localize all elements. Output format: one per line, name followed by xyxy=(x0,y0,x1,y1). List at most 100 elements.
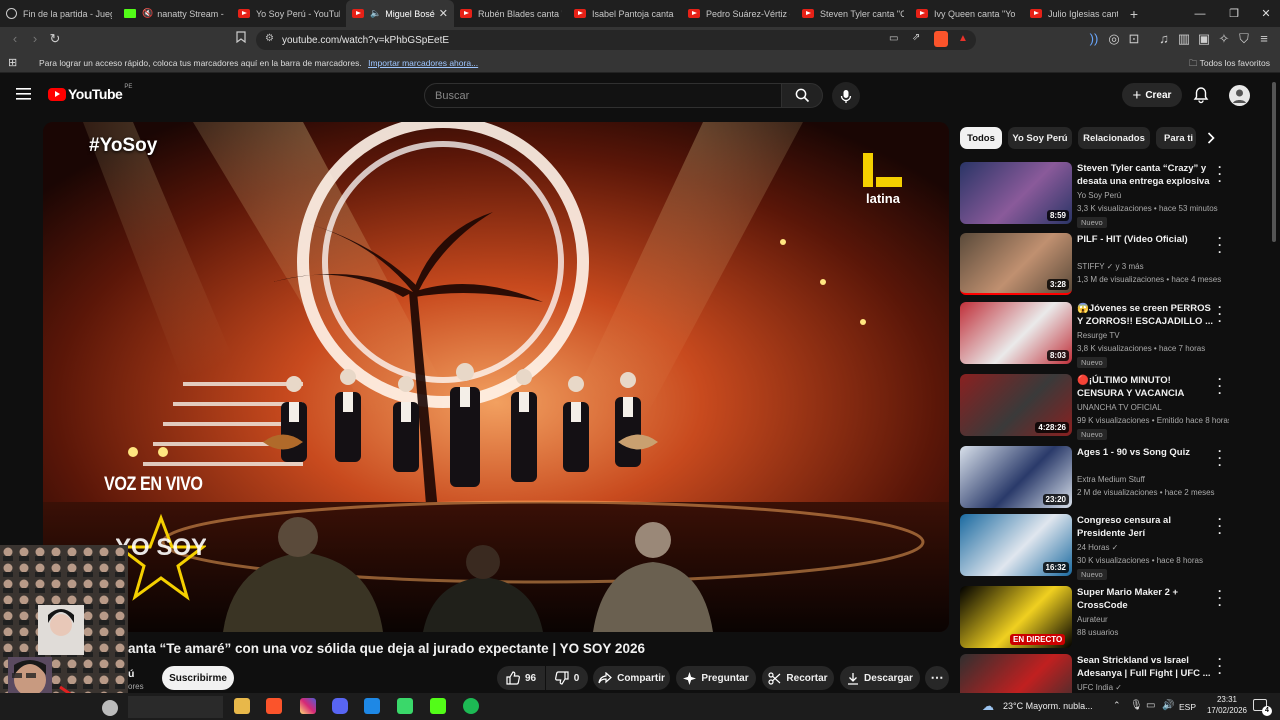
channel-name[interactable]: ú xyxy=(128,668,134,680)
browser-tab[interactable]: Julio Iglesias canta "M xyxy=(1024,0,1124,27)
browser-tab[interactable]: Isabel Pantoja canta "A xyxy=(568,0,682,27)
chips-next-button[interactable] xyxy=(1196,124,1226,152)
video-title-link[interactable]: Sean Strickland vs Israel Adesanya | Ful… xyxy=(1077,654,1217,680)
browser-tab-active[interactable]: 🔈 Miguel Bosé canta ✕ xyxy=(346,0,454,27)
page-scrollbar[interactable] xyxy=(1272,82,1276,242)
video-title-link[interactable]: Ages 1 - 90 vs Song Quiz xyxy=(1077,446,1217,459)
video-title-link[interactable]: PILF - HIT (Video Oficial) xyxy=(1077,233,1217,246)
all-bookmarks-folder[interactable]: 🗀 Todos los favoritos xyxy=(1189,58,1270,72)
youtube-logo[interactable]: YouTube PE xyxy=(48,84,132,102)
more-vertical-icon[interactable]: · · · xyxy=(1218,585,1222,611)
taskbar-user-avatar[interactable] xyxy=(102,700,118,716)
leo-ai-icon[interactable]: ✧ xyxy=(1216,31,1232,47)
more-actions-button[interactable]: ⋯ xyxy=(925,666,949,690)
mute-icon[interactable]: 🔇 xyxy=(142,8,153,19)
browser-tab[interactable]: Yo Soy Perú - YouTube xyxy=(232,0,346,27)
channel-name[interactable]: Extra Medium Stuff xyxy=(1077,475,1145,484)
recommendation-item[interactable]: EN DIRECTO Super Mario Maker 2 + CrossCod… xyxy=(960,585,1270,650)
kick-app-icon[interactable] xyxy=(430,698,446,714)
clip-button[interactable]: Recortar xyxy=(762,666,834,690)
instagram-icon[interactable] xyxy=(300,698,316,714)
wallet-icon[interactable]: ▣ xyxy=(1196,31,1212,47)
sidebar-icon[interactable]: ▥ xyxy=(1176,31,1192,47)
microphone-tray-icon[interactable]: 🎙 xyxy=(1130,700,1143,711)
channel-name[interactable]: UNANCHA TV OFICIAL xyxy=(1077,403,1162,412)
brave-rewards-icon[interactable]: ▲ xyxy=(958,33,968,44)
channel-name[interactable]: 24 Horas ✓ xyxy=(1077,543,1118,552)
taskbar-search-area[interactable] xyxy=(128,696,223,718)
clock[interactable]: 23:31 17/02/2026 xyxy=(1203,695,1251,715)
music-icon[interactable]: ♫ xyxy=(1156,31,1172,46)
video-title-link[interactable]: Steven Tyler canta “Crazy” y desata una … xyxy=(1077,162,1217,188)
share-icon[interactable]: ⇗ xyxy=(912,32,920,43)
import-bookmarks-link[interactable]: Importar marcadores ahora... xyxy=(368,58,478,68)
more-vertical-icon[interactable]: · · · xyxy=(1218,513,1222,539)
new-tab-button[interactable]: + xyxy=(1124,6,1144,22)
display-tray-icon[interactable]: ▭ xyxy=(1146,700,1155,711)
close-window-button[interactable]: ✕ xyxy=(1252,0,1280,27)
browser-tab[interactable]: Fin de la partida - Juego xyxy=(0,0,118,27)
file-explorer-icon[interactable] xyxy=(234,698,250,714)
chip-related[interactable]: Relacionados xyxy=(1078,127,1150,149)
channel-name[interactable]: Aurateur xyxy=(1077,615,1108,624)
screenshot-icon[interactable]: ⊡ xyxy=(1126,31,1142,47)
reload-icon[interactable]: ↻ xyxy=(47,31,63,47)
language-indicator[interactable]: ESP xyxy=(1179,702,1196,712)
video-thumbnail[interactable]: 16:32 xyxy=(960,514,1072,576)
extension-icon[interactable]: ◎ xyxy=(1106,31,1122,47)
dislike-button[interactable]: 0 xyxy=(546,666,588,690)
brave-browser-icon[interactable] xyxy=(266,698,282,714)
browser-tab[interactable]: 🔇 nanatty Stream - Watch xyxy=(118,0,232,27)
video-thumbnail[interactable]: 8:59 xyxy=(960,162,1072,224)
cast-icon[interactable]: ▭ xyxy=(889,33,898,44)
more-vertical-icon[interactable]: · · · xyxy=(1218,232,1222,258)
chip-yo-soy-peru[interactable]: Yo Soy Perú xyxy=(1008,127,1072,149)
back-icon[interactable]: ‹ xyxy=(7,31,23,46)
site-settings-icon[interactable]: ⚙ xyxy=(265,33,274,44)
channel-name[interactable]: Resurge TV xyxy=(1077,331,1120,340)
video-title-link[interactable]: Congreso censura al Presidente Jerí xyxy=(1077,514,1217,540)
video-title-link[interactable]: Super Mario Maker 2 + CrossCode xyxy=(1077,586,1217,612)
share-button[interactable]: Compartir xyxy=(593,666,670,690)
forward-icon[interactable]: › xyxy=(27,31,43,46)
streamlabs-icon[interactable] xyxy=(397,698,413,714)
minimize-button[interactable]: — xyxy=(1186,0,1214,27)
like-button[interactable]: 96 xyxy=(497,666,545,690)
address-bar[interactable]: ⚙ youtube.com/watch?v=kPhbGSpEetE ▭ ⇗ ▲ xyxy=(256,30,976,50)
more-vertical-icon[interactable]: · · · xyxy=(1218,161,1222,187)
bookmark-icon[interactable] xyxy=(233,31,249,46)
more-vertical-icon[interactable]: · · · xyxy=(1218,301,1222,327)
more-vertical-icon[interactable]: · · · xyxy=(1218,653,1222,679)
video-thumbnail[interactable]: 3:28 xyxy=(960,233,1072,295)
search-input[interactable]: Buscar xyxy=(424,83,782,108)
recommendation-item[interactable]: 8:59 Steven Tyler canta “Crazy” y desata … xyxy=(960,161,1270,228)
voice-search-button[interactable] xyxy=(832,82,860,110)
search-button[interactable] xyxy=(781,83,823,108)
subscribe-button[interactable]: Suscribirme xyxy=(162,666,234,690)
app-icon[interactable] xyxy=(364,698,380,714)
video-title-link[interactable]: 😱Jóvenes se creen PERROS Y ZORROS!! ESCA… xyxy=(1077,302,1217,328)
create-button[interactable]: + Crear xyxy=(1122,83,1182,107)
recommendation-item[interactable]: 23:20 Ages 1 - 90 vs Song Quiz Extra Mediu… xyxy=(960,445,1270,510)
menu-icon[interactable]: ≡ xyxy=(1256,31,1272,46)
tray-chevron-icon[interactable]: ⌃ xyxy=(1113,700,1121,711)
browser-tab[interactable]: Pedro Suárez-Vértiz ca xyxy=(682,0,796,27)
chip-all[interactable]: Todos xyxy=(960,127,1002,149)
recommendation-item[interactable]: 16:32 Congreso censura al Presidente Jerí… xyxy=(960,513,1270,580)
ask-button[interactable]: Preguntar xyxy=(676,666,756,690)
video-thumbnail[interactable]: 23:20 xyxy=(960,446,1072,508)
guide-menu-icon[interactable] xyxy=(16,87,32,101)
video-title-link[interactable]: 🔴¡ÚLTIMO MINUTO! CENSURA Y VACANCIA CONT… xyxy=(1077,374,1217,400)
channel-name[interactable]: UFC India ✓ xyxy=(1077,683,1122,692)
browser-tab[interactable]: Steven Tyler canta "Cra xyxy=(796,0,910,27)
download-button[interactable]: Descargar xyxy=(840,666,920,690)
apps-grid-icon[interactable]: ⊞ xyxy=(8,56,17,69)
video-thumbnail[interactable]: EN DIRECTO xyxy=(960,586,1072,648)
browser-tab[interactable]: Rubén Blades canta "G xyxy=(454,0,568,27)
weather-text[interactable]: 23°C Mayorm. nubla... xyxy=(1003,701,1093,711)
more-vertical-icon[interactable]: · · · xyxy=(1218,445,1222,471)
chip-for-you[interactable]: Para ti xyxy=(1156,127,1196,149)
speaker-icon[interactable]: 🔈 xyxy=(370,8,381,19)
channel-name[interactable]: STIFFY ✓ y 3 más xyxy=(1077,262,1144,271)
browser-tab[interactable]: Ivy Queen canta "Yo qu xyxy=(910,0,1024,27)
